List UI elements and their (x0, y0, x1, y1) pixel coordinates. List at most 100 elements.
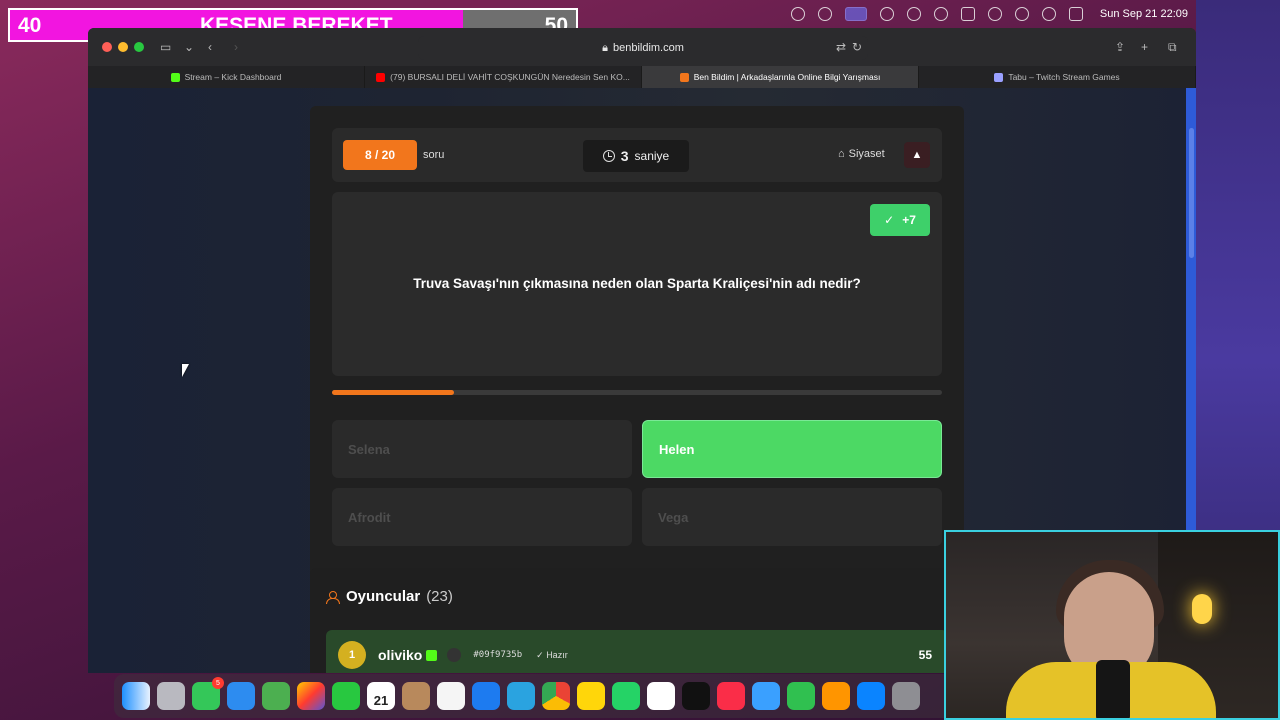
tab-kick-dashboard[interactable]: Stream – Kick Dashboard (88, 66, 365, 88)
minimize-window-button[interactable] (118, 42, 128, 52)
status-icon[interactable] (790, 7, 805, 21)
menubar-clock[interactable]: Sun Sep 21 22:09 (1100, 8, 1188, 20)
calendar-day: 21 (373, 693, 389, 708)
check-icon: ✓ (884, 213, 895, 227)
contacts-icon[interactable] (402, 682, 430, 710)
question-text: Truva Savaşı'nın çıkmasına neden olan Sp… (413, 276, 861, 291)
time-progress-bar (332, 390, 942, 395)
points-badge: ✓ +7 (870, 204, 930, 236)
notes-icon[interactable] (577, 682, 605, 710)
player-rank: 1 (338, 641, 366, 669)
player-status-label: Hazır (546, 649, 568, 660)
system-settings-icon[interactable] (892, 682, 920, 710)
calendar-icon[interactable]: 21 (367, 682, 395, 710)
warning-icon: ▲ (911, 149, 923, 161)
scrollbar-thumb[interactable] (1189, 128, 1194, 258)
numbers-icon[interactable] (787, 682, 815, 710)
sidebar-icon[interactable]: ▭ (160, 40, 171, 54)
tab-label: Tabu – Twitch Stream Games (1008, 72, 1120, 82)
kick-icon (426, 649, 438, 661)
app-store-icon[interactable] (857, 682, 885, 710)
tab-ben-bildim[interactable]: Ben Bildim | Arkadaşlarınla Online Bilgi… (642, 66, 919, 88)
webcam-overlay (944, 530, 1280, 720)
facetime-icon[interactable] (332, 682, 360, 710)
tag-icon: ⌂ (838, 148, 845, 160)
tab-youtube[interactable]: (79) BURSALI DELİ VAHİT COŞKUNGÜN Nerede… (365, 66, 642, 88)
safari-icon[interactable] (472, 682, 500, 710)
translate-icon[interactable]: ⇄ (836, 40, 846, 54)
grid-icon[interactable] (879, 7, 894, 21)
new-tab-icon[interactable]: + (1141, 40, 1148, 54)
kick-favicon-icon (170, 72, 180, 82)
player-score: 55 (918, 648, 932, 662)
chrome-icon[interactable] (542, 682, 570, 710)
report-button[interactable]: ▲ (904, 142, 930, 168)
address-bar[interactable]: 🔒︎ benbildim.com (418, 36, 868, 60)
player-hash: #09f9735b (473, 650, 523, 660)
answer-option-4[interactable]: Vega (642, 488, 942, 546)
players-heading: Oyuncular (23) (326, 588, 453, 605)
countdown-timer: 3 saniye (583, 140, 689, 172)
mouse-cursor-icon (182, 364, 189, 377)
question-card: ✓ +7 Truva Savaşı'nın çıkmasına neden ol… (332, 192, 942, 376)
category-label: Siyaset (848, 148, 885, 160)
url-text: benbildim.com (612, 42, 684, 54)
lock-icon: 🔒︎ (602, 41, 608, 54)
cloud-icon[interactable] (933, 7, 948, 21)
users-icon (326, 590, 340, 604)
tab-overview-icon[interactable]: ⧉ (1168, 40, 1177, 55)
share-icon[interactable]: ⇪ (1115, 40, 1125, 54)
user-badge-icon (447, 648, 462, 662)
reload-icon[interactable]: ↻ (852, 40, 862, 54)
question-counter: 8 / 20 (343, 140, 417, 170)
window-controls (102, 42, 144, 52)
quiz-panel: 8 / 20 soru 3 saniye ⌂ Siyaset ▲ ✓ +7 Tr… (310, 106, 964, 578)
status-icon[interactable] (817, 7, 832, 21)
tab-label: Ben Bildim | Arkadaşlarınla Online Bilgi… (693, 72, 881, 82)
close-window-button[interactable] (102, 42, 112, 52)
tabu-favicon-icon (994, 72, 1004, 82)
freeform-icon[interactable] (647, 682, 675, 710)
whatsapp-icon[interactable] (612, 682, 640, 710)
mail-icon[interactable] (227, 682, 255, 710)
wifi-icon[interactable] (1014, 7, 1029, 21)
tab-tabu[interactable]: Tabu – Twitch Stream Games (919, 66, 1196, 88)
tab-label: (79) BURSALI DELİ VAHİT COŞKUNGÜN Nerede… (390, 72, 630, 82)
back-icon[interactable]: ‹ (208, 40, 212, 54)
points-value: +7 (902, 213, 916, 227)
timer-unit: saniye (634, 149, 670, 163)
launchpad-icon[interactable] (157, 682, 185, 710)
finder-icon[interactable] (122, 682, 150, 710)
reminders-icon[interactable] (437, 682, 465, 710)
apple-tv-icon[interactable] (682, 682, 710, 710)
keynote-icon[interactable] (752, 682, 780, 710)
play-icon[interactable] (987, 7, 1002, 21)
players-count: (23) (426, 588, 453, 605)
control-center-icon[interactable] (1068, 7, 1083, 21)
maps-icon[interactable] (262, 682, 290, 710)
answer-option-2-correct[interactable]: Helen (642, 420, 942, 478)
messages-badge: 5 (212, 677, 224, 689)
music-icon[interactable] (717, 682, 745, 710)
photos-icon[interactable] (297, 682, 325, 710)
player-row[interactable]: 1 oliviko #09f9735b ✓ Hazır 55 (326, 630, 948, 673)
benbildim-favicon-icon (679, 72, 689, 82)
search-icon[interactable] (1041, 7, 1056, 21)
browser-toolbar: ▭ ⌄ ‹ › 🔒︎ benbildim.com ⇄ ↻ ⇪ + ⧉ (88, 28, 1196, 66)
answer-option-1[interactable]: Selena (332, 420, 632, 478)
score-current: 40 (18, 14, 42, 37)
zoom-window-button[interactable] (134, 42, 144, 52)
category-tag: ⌂ Siyaset (838, 148, 885, 160)
quiz-topbar: 8 / 20 soru 3 saniye ⌂ Siyaset ▲ (332, 128, 942, 182)
forward-icon[interactable]: › (234, 40, 238, 54)
screen-share-icon[interactable] (844, 7, 867, 21)
webcam-lamp (1192, 594, 1212, 624)
answer-option-3[interactable]: Afrodit (332, 488, 632, 546)
youtube-favicon-icon (376, 72, 386, 82)
record-icon[interactable] (906, 7, 921, 21)
telegram-icon[interactable] (507, 682, 535, 710)
chevron-down-icon[interactable]: ⌄ (184, 40, 194, 54)
messages-icon[interactable]: 5 (192, 677, 224, 710)
pages-icon[interactable] (822, 682, 850, 710)
battery-icon[interactable] (960, 7, 975, 21)
